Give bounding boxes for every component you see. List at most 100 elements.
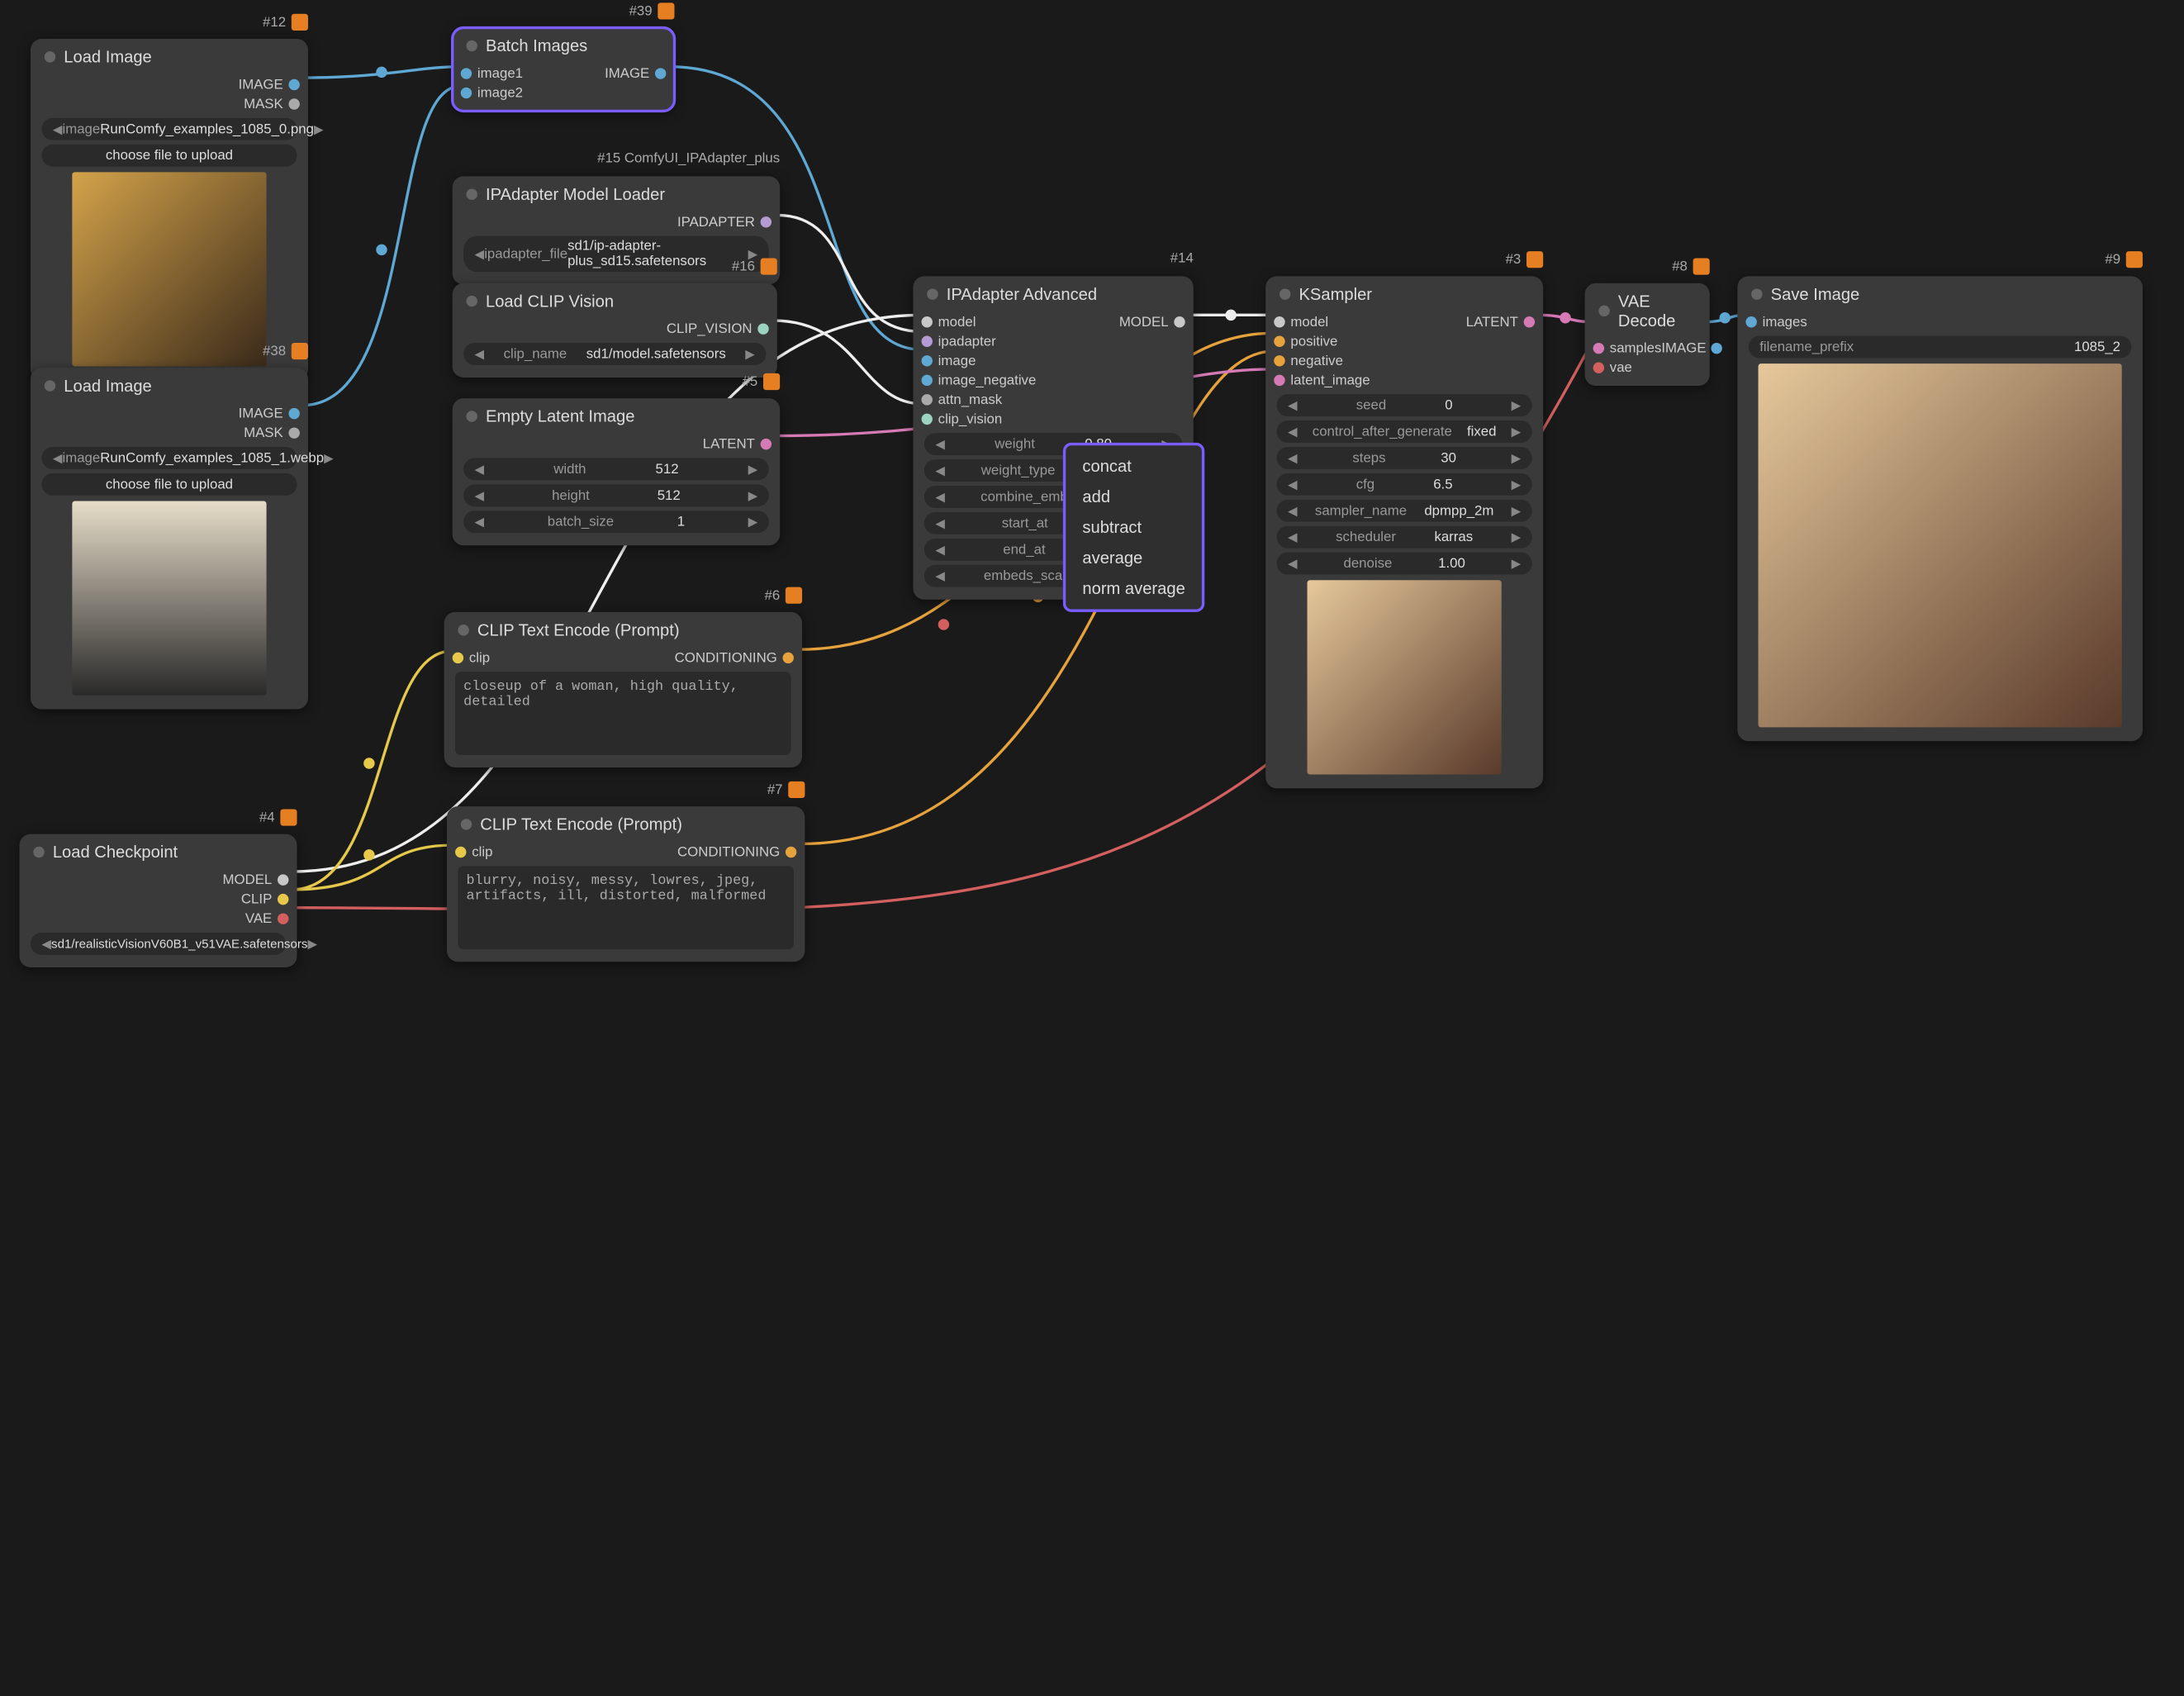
width-widget[interactable]: ◀width512▶ [463,458,769,480]
chevron-right-icon[interactable]: ▶ [1512,397,1522,412]
input-image[interactable]: image [922,354,976,368]
chevron-right-icon[interactable]: ▶ [748,462,758,477]
node-header[interactable]: IPAdapter Advanced [913,276,1193,309]
collapse-icon[interactable] [33,847,44,858]
denoise-widget[interactable]: ◀denoise1.00▶ [1277,553,1532,575]
chevron-left-icon[interactable]: ◀ [935,436,945,451]
prompt-textarea[interactable]: closeup of a woman, high quality, detail… [455,672,791,755]
collapse-icon[interactable] [466,296,477,306]
prompt-textarea[interactable]: blurry, noisy, messy, lowres, jpeg, arti… [458,866,794,949]
collapse-icon[interactable] [461,819,472,829]
node-load-image-1[interactable]: #12 Load Image IMAGE MASK ◀imageRunComfy… [31,39,308,380]
node-batch-images[interactable]: #39 Batch Images image1 IMAGE image2 [453,28,675,112]
output-latent[interactable]: LATENT [703,436,772,451]
input-negative[interactable]: negative [1274,354,1343,368]
input-samples[interactable]: samples [1593,340,1662,355]
input-images[interactable]: images [1745,315,1807,330]
chevron-left-icon[interactable]: ◀ [475,246,485,261]
image-file-widget[interactable]: ◀imageRunComfy_examples_1085_0.png▶ [41,118,297,140]
output-model[interactable]: MODEL [1119,315,1185,330]
output-mask[interactable]: MASK [244,425,300,440]
input-vae[interactable]: vae [1593,360,1632,375]
filename-prefix-widget[interactable]: filename_prefix1085_2 [1749,336,2132,359]
chevron-right-icon[interactable]: ▶ [748,488,758,503]
node-header[interactable]: Batch Images [453,28,675,61]
upload-button[interactable]: choose file to upload [41,145,297,167]
seed-widget[interactable]: ◀seed0▶ [1277,394,1532,416]
chevron-left-icon[interactable]: ◀ [53,450,63,465]
input-model[interactable]: model [1274,315,1328,330]
chevron-left-icon[interactable]: ◀ [1288,450,1298,465]
node-header[interactable]: Save Image [1737,276,2143,309]
output-image[interactable]: IMAGE [239,77,300,92]
upload-button[interactable]: choose file to upload [41,473,297,496]
collapse-icon[interactable] [1280,288,1290,299]
node-header[interactable]: VAE Decode [1585,283,1710,336]
chevron-left-icon[interactable]: ◀ [41,936,51,951]
dropdown-option-subtract[interactable]: subtract [1066,512,1202,543]
chevron-left-icon[interactable]: ◀ [935,463,945,477]
image-file-widget[interactable]: ◀imageRunComfy_examples_1085_1.webp▶ [41,447,297,469]
chevron-right-icon[interactable]: ▶ [1512,424,1522,439]
output-model[interactable]: MODEL [223,872,289,887]
chevron-left-icon[interactable]: ◀ [935,489,945,504]
node-save-image[interactable]: #9 Save Image images filename_prefix1085… [1737,276,2143,741]
control-after-generate-widget[interactable]: ◀control_after_generatefixed▶ [1277,420,1532,443]
combine-embeds-dropdown[interactable]: concat add subtract average norm average [1063,443,1204,612]
input-clip[interactable]: clip [455,844,492,859]
chevron-left-icon[interactable]: ◀ [935,542,945,557]
output-conditioning[interactable]: CONDITIONING [677,844,796,859]
input-model[interactable]: model [922,315,976,330]
chevron-left-icon[interactable]: ◀ [1288,556,1298,571]
node-header[interactable]: Load CLIP Vision [453,283,777,316]
input-latent[interactable]: latent_image [1274,373,1370,387]
node-clip-encode-negative[interactable]: #7 CLIP Text Encode (Prompt) clip CONDIT… [447,806,805,962]
node-header[interactable]: Load Image [31,39,308,72]
input-image1[interactable]: image1 [461,66,523,81]
chevron-right-icon[interactable]: ▶ [1512,450,1522,465]
steps-widget[interactable]: ◀steps30▶ [1277,447,1532,469]
chevron-right-icon[interactable]: ▶ [324,450,334,465]
chevron-left-icon[interactable]: ◀ [1288,530,1298,544]
collapse-icon[interactable] [466,188,477,199]
chevron-right-icon[interactable]: ▶ [745,346,755,361]
input-attn-mask[interactable]: attn_mask [922,392,1003,407]
node-ipadapter-loader[interactable]: #15 ComfyUI_IPAdapter_plus IPAdapter Mod… [453,176,780,284]
chevron-left-icon[interactable]: ◀ [475,514,485,529]
node-header[interactable]: Empty Latent Image [453,398,780,431]
collapse-icon[interactable] [927,288,938,299]
node-header[interactable]: IPAdapter Model Loader [453,176,780,209]
chevron-left-icon[interactable]: ◀ [1288,397,1298,412]
collapse-icon[interactable] [45,380,55,391]
collapse-icon[interactable] [466,411,477,421]
input-positive[interactable]: positive [1274,334,1337,349]
collapse-icon[interactable] [45,51,55,62]
output-clip-vision[interactable]: CLIP_VISION [667,321,769,336]
output-clip[interactable]: CLIP [241,891,289,906]
output-image[interactable]: IMAGE [605,66,666,81]
chevron-right-icon[interactable]: ▶ [307,936,317,951]
collapse-icon[interactable] [458,625,468,635]
node-load-clip-vision[interactable]: #16 Load CLIP Vision CLIP_VISION ◀clip_n… [453,283,777,378]
node-load-checkpoint[interactable]: #4 Load Checkpoint MODEL CLIP VAE ◀sd1/r… [20,834,297,967]
output-ipadapter[interactable]: IPADAPTER [677,215,772,230]
batch-widget[interactable]: ◀batch_size1▶ [463,511,769,533]
input-ipadapter[interactable]: ipadapter [922,334,996,349]
output-latent[interactable]: LATENT [1466,315,1535,330]
dropdown-option-concat[interactable]: concat [1066,451,1202,482]
node-empty-latent[interactable]: #5 Empty Latent Image LATENT ◀width512▶ … [453,398,780,545]
ckpt-widget[interactable]: ◀sd1/realisticVisionV60B1_v51VAE.safeten… [31,933,286,955]
chevron-left-icon[interactable]: ◀ [475,346,485,361]
dropdown-option-norm-average[interactable]: norm average [1066,573,1202,604]
input-clip[interactable]: clip [453,650,490,665]
node-vae-decode[interactable]: #8 VAE Decode samples IMAGE vae [1585,283,1710,386]
scheduler-widget[interactable]: ◀schedulerkarras▶ [1277,526,1532,549]
height-widget[interactable]: ◀height512▶ [463,484,769,506]
chevron-left-icon[interactable]: ◀ [935,568,945,583]
dropdown-option-average[interactable]: average [1066,543,1202,573]
chevron-left-icon[interactable]: ◀ [1288,477,1298,492]
collapse-icon[interactable] [1751,288,1762,299]
clip-name-widget[interactable]: ◀clip_namesd1/model.safetensors▶ [463,343,766,365]
chevron-right-icon[interactable]: ▶ [748,514,758,529]
output-mask[interactable]: MASK [244,97,300,112]
